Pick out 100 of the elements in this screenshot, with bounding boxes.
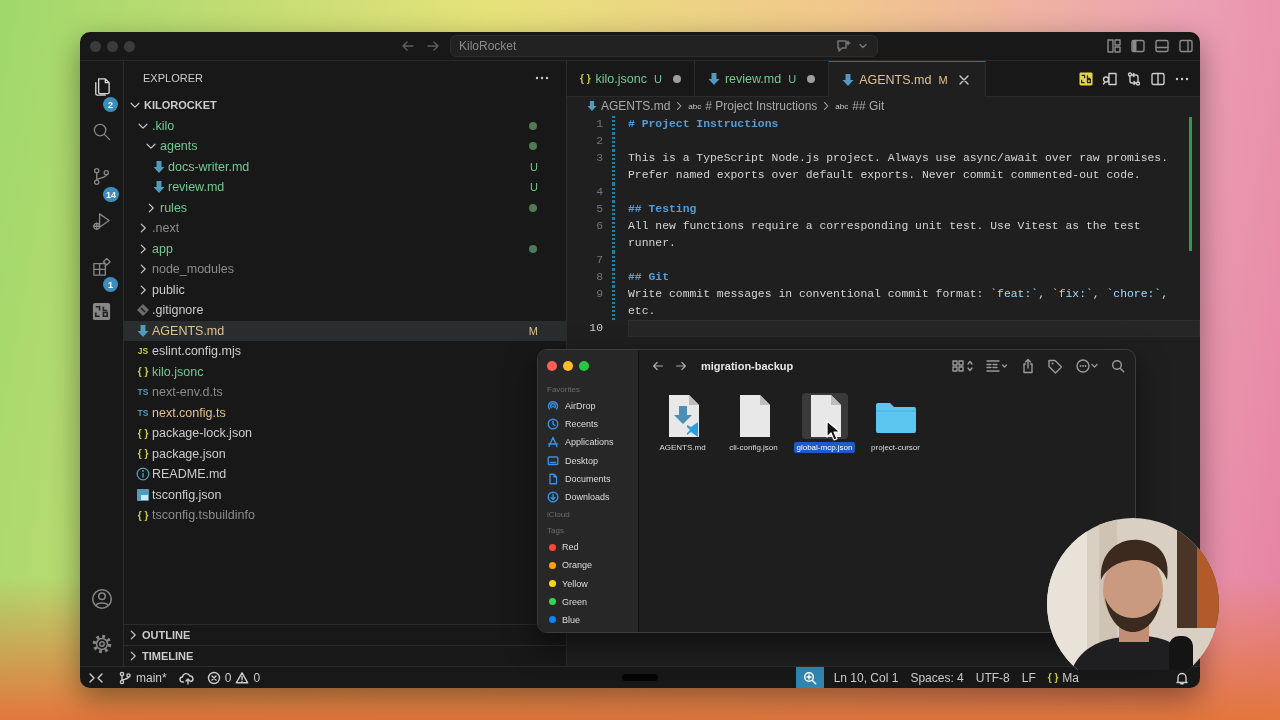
file-item[interactable]: docs-writer.md U bbox=[124, 156, 566, 177]
file-item[interactable]: .gitignore bbox=[124, 300, 220, 321]
search-icon[interactable] bbox=[91, 121, 112, 142]
folder-item[interactable]: agents bbox=[124, 136, 566, 157]
editor-tab[interactable]: AGENTS.md M bbox=[829, 61, 986, 97]
file-name[interactable]: global-mcp.json bbox=[794, 442, 855, 453]
sidebar-toggle-icon[interactable] bbox=[1130, 38, 1146, 54]
download-icon bbox=[547, 491, 559, 504]
layout-icon[interactable] bbox=[1106, 38, 1122, 54]
code-line: This is a TypeScript Node.js project. Always use async/await over raw promises. Prefer named exports over default exports. Never commit commented-out code. bbox=[628, 151, 1169, 183]
file-name[interactable]: project-cursor bbox=[869, 442, 922, 453]
line-number: 3 bbox=[595, 151, 603, 166]
chat-sparkle-icon[interactable] bbox=[835, 38, 853, 54]
file-name[interactable]: AGENTS.md bbox=[657, 442, 708, 453]
panel-toggle-icon[interactable] bbox=[1154, 38, 1170, 54]
error-icon bbox=[206, 670, 221, 685]
zoom-button[interactable] bbox=[795, 667, 824, 688]
file-item[interactable]: tsconfig.json bbox=[124, 484, 238, 505]
folder-item[interactable]: .kilo bbox=[124, 115, 566, 136]
ts-icon: TS bbox=[137, 407, 149, 418]
count-badge: 1 bbox=[103, 277, 118, 292]
share-icon[interactable] bbox=[1021, 357, 1035, 374]
status-item[interactable]: Spaces: 4 bbox=[904, 670, 970, 685]
code-line: ## Git bbox=[628, 270, 670, 285]
line-number: 7 bbox=[595, 253, 603, 268]
branch-icon bbox=[118, 670, 132, 685]
braces-icon: { } bbox=[580, 73, 591, 84]
status-item[interactable]: LF bbox=[1015, 670, 1042, 685]
arrow-down-icon bbox=[587, 100, 597, 112]
icon-view-icon[interactable] bbox=[951, 358, 973, 373]
tag-icon[interactable] bbox=[1047, 357, 1063, 374]
info-icon bbox=[136, 467, 150, 482]
source-control-icon[interactable] bbox=[91, 166, 112, 187]
compare-changes-icon[interactable] bbox=[1126, 70, 1142, 87]
folder-item[interactable]: rules bbox=[124, 197, 566, 218]
language-status[interactable]: { } Ma bbox=[1041, 670, 1085, 685]
file-item[interactable]: review.md U bbox=[124, 177, 566, 198]
code-line: ## Testing bbox=[628, 202, 698, 217]
sidebar-item[interactable]: Blue bbox=[547, 610, 638, 630]
window-control[interactable] bbox=[547, 360, 557, 371]
section-header[interactable]: TIMELINE bbox=[124, 646, 202, 666]
file-item[interactable]: TS next.config.ts bbox=[124, 402, 242, 423]
folder-item[interactable]: app bbox=[124, 238, 566, 259]
workspace-header[interactable]: KILOROCKET bbox=[124, 95, 566, 116]
breadcrumb[interactable]: abc ## Git bbox=[835, 99, 885, 113]
folder-item[interactable]: node_modules bbox=[124, 259, 250, 280]
status-item[interactable]: Ln 10, Col 1 bbox=[827, 670, 905, 685]
git-status-letter: U bbox=[530, 181, 538, 194]
mouse-pointer-icon bbox=[826, 420, 840, 441]
extensions-icon[interactable] bbox=[91, 256, 112, 277]
open-preview-icon[interactable] bbox=[1102, 70, 1118, 87]
logo-icon[interactable] bbox=[1078, 70, 1094, 87]
status-item[interactable]: UTF-8 bbox=[969, 670, 1016, 685]
file-item[interactable]: { } kilo.jsonc bbox=[124, 361, 220, 382]
document-icon[interactable] bbox=[801, 393, 848, 439]
arrow-down-icon bbox=[707, 71, 720, 86]
file-item[interactable]: README.md bbox=[124, 464, 243, 485]
command-center[interactable]: KiloRocket bbox=[450, 35, 878, 57]
breadcrumb[interactable]: AGENTS.md bbox=[587, 99, 671, 113]
branch-status[interactable]: main* bbox=[112, 670, 173, 685]
problems-status[interactable]: 0 0 bbox=[200, 670, 267, 685]
window-control[interactable] bbox=[579, 360, 589, 371]
sidebar-item[interactable]: Documents bbox=[547, 469, 638, 488]
section-header[interactable]: OUTLINE bbox=[124, 625, 199, 645]
code-line: All new functions require a corresponding unit test. Use Vitest as the test runner. bbox=[628, 219, 1142, 251]
breadcrumb[interactable]: abc # Project Instructions bbox=[688, 99, 818, 113]
sidebar-item[interactable]: Desktop bbox=[547, 451, 638, 470]
file-item[interactable]: TS next-env.d.ts bbox=[124, 382, 239, 403]
run-debug-icon[interactable] bbox=[91, 211, 112, 232]
unsaved-dot-icon bbox=[807, 74, 816, 83]
group-icon[interactable] bbox=[985, 358, 1009, 373]
split-editor-icon[interactable] bbox=[1150, 70, 1166, 87]
panel-title: EXPLORER bbox=[143, 72, 203, 84]
sidebar-item[interactable]: Red bbox=[547, 538, 638, 557]
file-item[interactable]: JS eslint.config.mjs bbox=[124, 341, 257, 362]
folder-item[interactable]: .next bbox=[124, 218, 196, 239]
file-item[interactable]: { } package.json bbox=[124, 443, 242, 464]
line-number: 2 bbox=[595, 134, 603, 149]
braces-icon: { } bbox=[137, 427, 149, 439]
sidebar-item[interactable]: AirDrop bbox=[547, 397, 638, 416]
file-item[interactable]: AGENTS.md M bbox=[124, 320, 566, 341]
search-icon[interactable] bbox=[1111, 358, 1125, 373]
sidebar-item[interactable]: Green bbox=[547, 592, 638, 611]
file-item[interactable]: { } tsconfig.tsbuildinfo bbox=[124, 505, 271, 526]
file-name[interactable]: cli-config.json bbox=[727, 442, 780, 453]
account-icon[interactable] bbox=[89, 586, 114, 611]
sidebar-item[interactable]: Applications bbox=[547, 433, 638, 452]
sidebar-item[interactable]: Yellow bbox=[547, 574, 638, 593]
file-item[interactable]: { } package-lock.json bbox=[124, 423, 269, 444]
logo-icon[interactable] bbox=[91, 301, 112, 322]
count-badge: 2 bbox=[103, 97, 118, 112]
sidebar-item[interactable]: Downloads bbox=[547, 487, 638, 507]
line-number: 6 bbox=[595, 219, 603, 234]
split-layout-icon[interactable] bbox=[1178, 38, 1194, 54]
actions-icon[interactable] bbox=[1075, 357, 1099, 374]
sidebar-item[interactable]: Recents bbox=[547, 415, 638, 434]
folder-item[interactable]: public bbox=[124, 279, 201, 300]
window-control[interactable] bbox=[563, 360, 573, 371]
sidebar-item[interactable]: Orange bbox=[547, 556, 638, 575]
editor-tab[interactable]: { } kilo.jsonc U bbox=[567, 61, 695, 96]
